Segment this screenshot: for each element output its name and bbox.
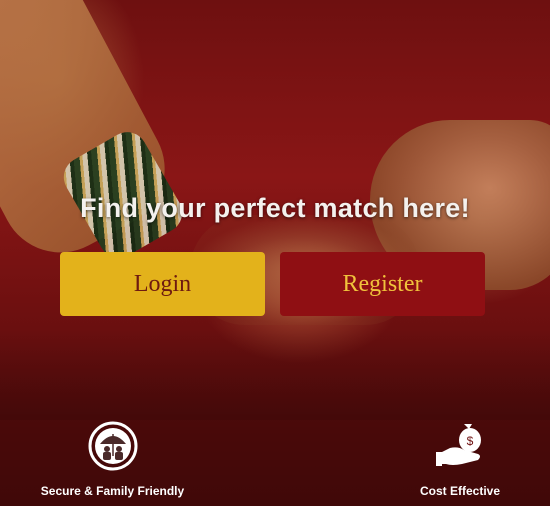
register-button[interactable]: Register — [280, 252, 485, 316]
family-umbrella-icon — [87, 420, 139, 472]
feature-secure-label: Secure & Family Friendly — [40, 484, 185, 498]
features-bar: Secure & Family Friendly $ Cost Effectiv… — [0, 414, 550, 506]
feature-secure: Secure & Family Friendly — [30, 414, 195, 506]
feature-cost: $ Cost Effective — [400, 414, 520, 506]
svg-text:$: $ — [467, 434, 474, 448]
login-button[interactable]: Login — [60, 252, 265, 316]
app-screen: Find your perfect match here! Login Regi… — [0, 0, 550, 506]
background-shade — [0, 330, 550, 420]
feature-cost-label: Cost Effective — [419, 484, 501, 498]
money-hand-icon: $ — [434, 420, 486, 472]
page-headline: Find your perfect match here! — [80, 193, 470, 223]
